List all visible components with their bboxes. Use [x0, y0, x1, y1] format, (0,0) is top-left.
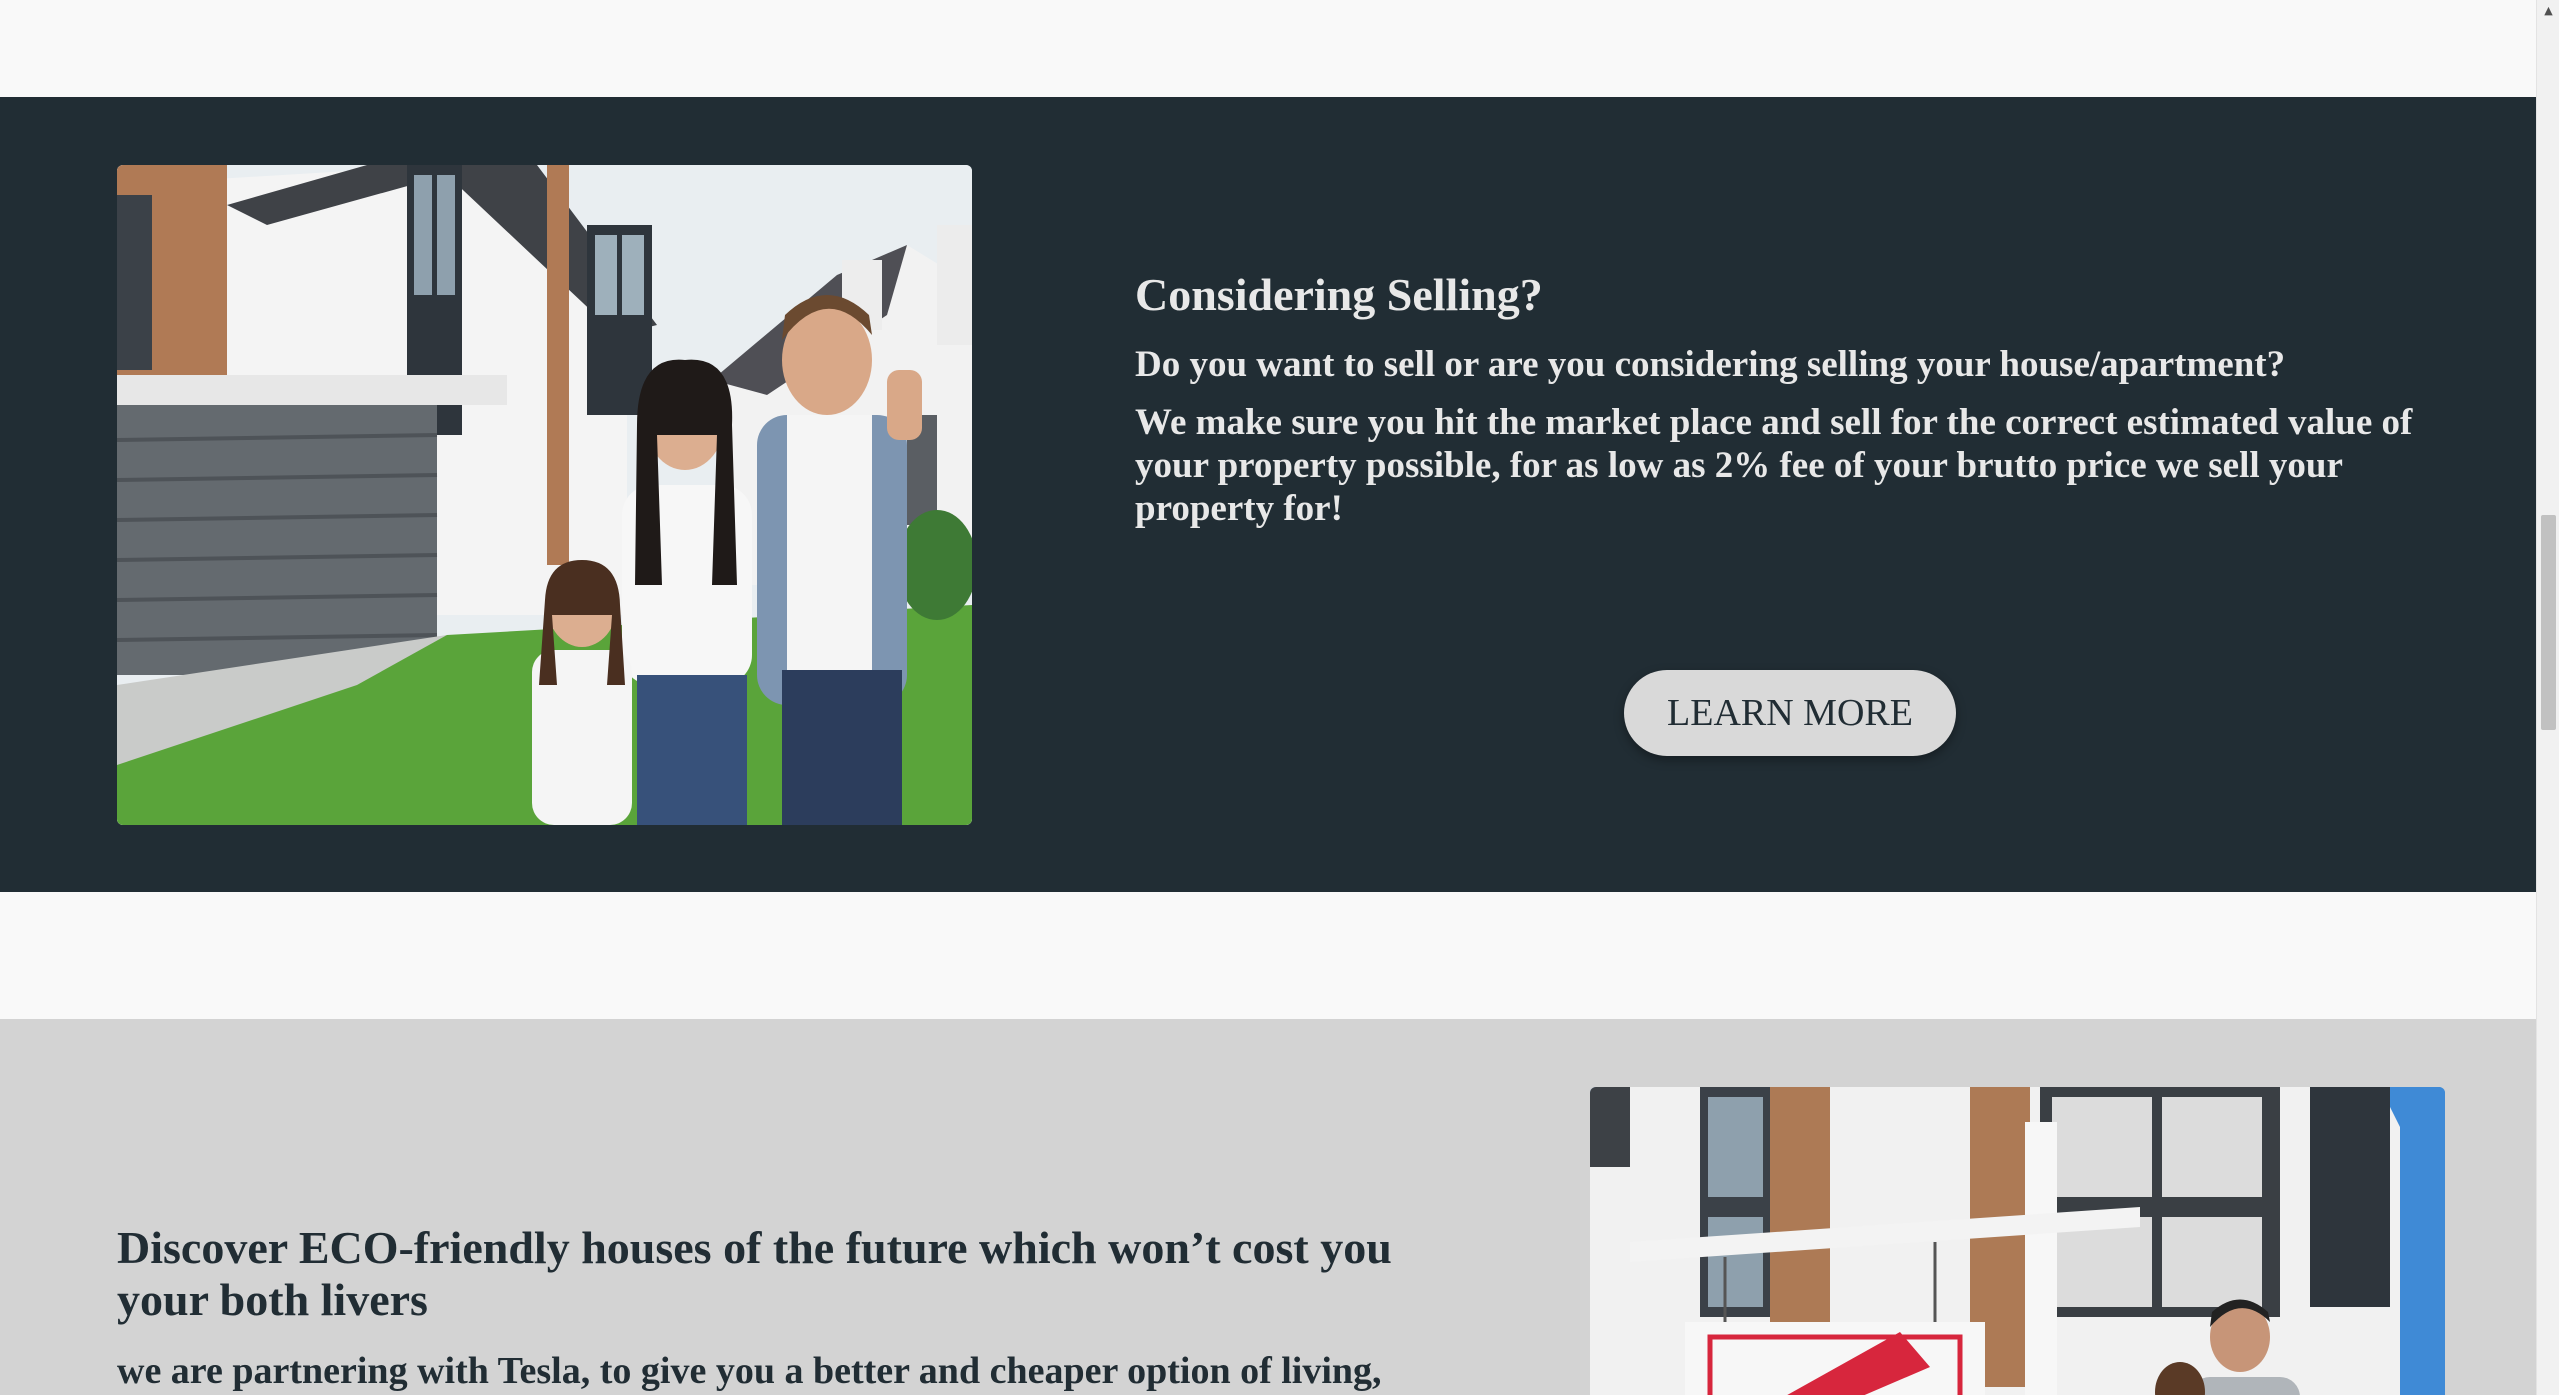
selling-title: Considering Selling?: [1135, 269, 1543, 320]
selling-description: We make sure you hit the market place an…: [1135, 402, 2413, 530]
eco-text-block: Discover ECO-friendly houses of the futu…: [117, 1222, 1397, 1394]
selling-subtitle: Do you want to sell or are you consideri…: [1135, 343, 2286, 385]
scroll-up-arrow-icon[interactable]: ▲: [2537, 0, 2559, 20]
page-content: Considering Selling? Do you want to sell…: [0, 0, 2536, 1395]
selling-text-block: Considering Selling? Do you want to sell…: [1135, 269, 2455, 531]
learn-more-button[interactable]: LEARN MORE: [1624, 670, 1956, 756]
scrollbar-thumb[interactable]: [2541, 515, 2556, 730]
browser-viewport: Considering Selling? Do you want to sell…: [0, 0, 2559, 1395]
selling-section: Considering Selling? Do you want to sell…: [0, 97, 2536, 892]
eco-description: we are partnering with Tesla, to give yo…: [117, 1349, 1382, 1392]
family-house-photo: [117, 165, 972, 825]
vertical-scrollbar[interactable]: ▲: [2536, 0, 2559, 1395]
eco-section: Discover ECO-friendly houses of the futu…: [0, 1019, 2536, 1395]
sold-house-photo: [1590, 1087, 2445, 1395]
eco-title: Discover ECO-friendly houses of the futu…: [117, 1222, 1392, 1326]
